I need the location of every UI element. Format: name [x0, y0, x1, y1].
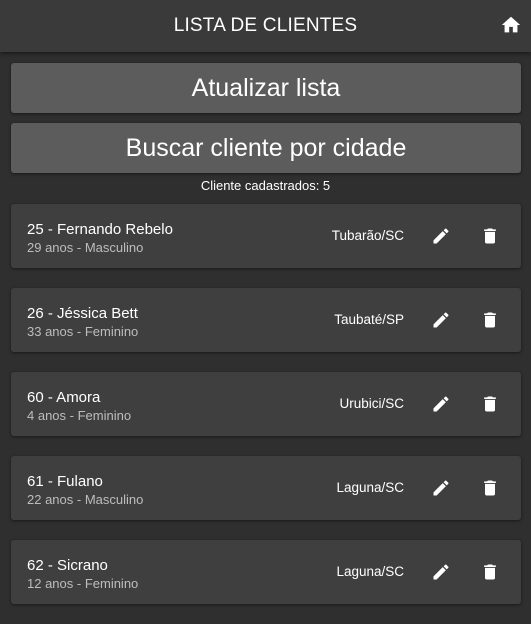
client-details: 29 anos - Masculino	[27, 240, 144, 255]
home-icon[interactable]	[500, 14, 522, 36]
client-city: Taubaté/SP	[334, 312, 404, 327]
trash-icon[interactable]	[480, 562, 500, 582]
app-header: LISTA DE CLIENTES	[0, 0, 531, 52]
pencil-icon[interactable]	[431, 226, 451, 246]
pencil-icon[interactable]	[431, 562, 451, 582]
search-by-city-button[interactable]: Buscar cliente por cidade	[11, 123, 521, 173]
client-name: 61 - Fulano	[27, 473, 103, 490]
client-count: Cliente cadastrados: 5	[200, 178, 331, 193]
client-name: 60 - Amora	[27, 389, 101, 406]
pencil-icon[interactable]	[431, 310, 451, 330]
client-city: Tubarão/SC	[331, 228, 404, 243]
client-card: 60 - Amora 4 anos - Feminino Urubici/SC	[11, 372, 521, 436]
trash-icon[interactable]	[480, 478, 500, 498]
pencil-icon[interactable]	[431, 478, 451, 498]
client-name: 25 - Fernando Rebelo	[27, 221, 173, 238]
client-card: 61 - Fulano 22 anos - Masculino Laguna/S…	[11, 456, 521, 520]
trash-icon[interactable]	[480, 226, 500, 246]
trash-icon[interactable]	[480, 310, 500, 330]
trash-icon[interactable]	[480, 394, 500, 414]
pencil-icon[interactable]	[431, 394, 451, 414]
client-card: 25 - Fernando Rebelo 29 anos - Masculino…	[11, 204, 521, 268]
client-name: 62 - Sicrano	[27, 557, 108, 574]
client-city: Urubici/SC	[339, 396, 404, 411]
refresh-list-button[interactable]: Atualizar lista	[11, 63, 521, 113]
client-details: 22 anos - Masculino	[27, 492, 144, 507]
client-details: 33 anos - Feminino	[27, 324, 139, 339]
page-title: LISTA DE CLIENTES	[173, 15, 358, 36]
client-city: Laguna/SC	[336, 564, 404, 579]
client-card: 62 - Sicrano 12 anos - Feminino Laguna/S…	[11, 540, 521, 604]
client-card: 26 - Jéssica Bett 33 anos - Feminino Tau…	[11, 288, 521, 352]
client-city: Laguna/SC	[336, 480, 404, 495]
app-root: LISTA DE CLIENTES Atualizar lista Buscar…	[0, 0, 531, 624]
client-details: 12 anos - Feminino	[27, 576, 139, 591]
client-name: 26 - Jéssica Bett	[27, 305, 138, 322]
client-list: 25 - Fernando Rebelo 29 anos - Masculino…	[11, 204, 521, 624]
client-details: 4 anos - Feminino	[27, 408, 132, 423]
